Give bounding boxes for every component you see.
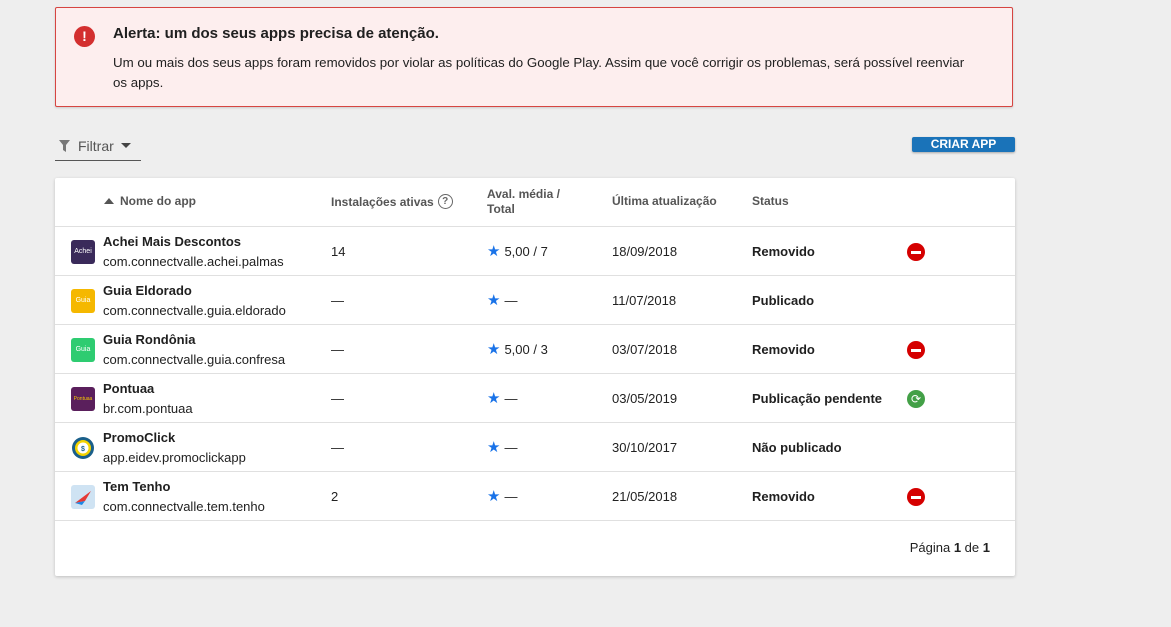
filter-dropdown[interactable]: Filtrar (55, 131, 141, 161)
updated-value: 18/09/2018 (612, 244, 678, 259)
app-icon-promoclick: $ (71, 436, 95, 460)
app-package: com.connectvalle.tem.tenho (103, 499, 265, 514)
column-header-installs: Instalações ativas ? (331, 194, 453, 209)
app-name: Guia Eldorado (103, 283, 192, 298)
tem-tenho-logo-icon (75, 491, 91, 505)
star-icon: ★ (487, 341, 501, 358)
app-name: Tem Tenho (103, 479, 171, 494)
app-package: com.connectvalle.guia.eldorado (103, 303, 286, 318)
app-name: Pontuaa (103, 381, 155, 396)
pagination: Página 1 de 1 (909, 540, 990, 555)
app-package: com.connectvalle.guia.confresa (103, 352, 286, 367)
svg-text:$: $ (81, 446, 85, 453)
sync-icon: ⟳ (907, 390, 925, 408)
caret-down-icon (120, 143, 131, 148)
star-icon: ★ (487, 439, 501, 456)
app-package: com.connectvalle.achei.palmas (103, 254, 284, 269)
app-name: PromoClick (103, 430, 176, 445)
status-value: Removido (752, 342, 815, 357)
installs-value: — (331, 342, 344, 357)
installs-value: — (331, 391, 344, 406)
removed-icon (907, 341, 925, 359)
help-icon[interactable]: ? (437, 194, 453, 209)
star-icon: ★ (487, 292, 501, 309)
app-package: app.eidev.promoclickapp (103, 450, 246, 465)
status-value: Removido (752, 489, 815, 504)
removed-icon (907, 243, 925, 261)
alert-banner: ! Alerta: um dos seus apps precisa de at… (55, 7, 1013, 107)
table-row[interactable]: $ PromoClick app.eidev.promoclickapp — ★… (55, 423, 1015, 472)
star-icon: ★ (487, 390, 501, 407)
app-name: Achei Mais Descontos (103, 234, 241, 249)
alert-title: Alerta: um dos seus apps precisa de aten… (113, 25, 439, 42)
app-icon-pontuaa: Pontuaa (71, 387, 95, 411)
rating-value: ★ — (487, 439, 518, 456)
app-icon-tem-tenho (71, 485, 95, 509)
alert-body: Um ou mais dos seus apps foram removidos… (113, 55, 965, 90)
column-header-name[interactable]: Nome do app (104, 194, 196, 208)
table-row[interactable]: Guia Guia Rondônia com.connectvalle.guia… (55, 325, 1015, 374)
installs-value: — (331, 440, 344, 455)
table-row[interactable]: Achei Achei Mais Descontos com.connectva… (55, 227, 1015, 276)
star-icon: ★ (487, 488, 501, 505)
sort-ascending-icon (104, 198, 114, 204)
status-value: Publicação pendente (752, 391, 883, 406)
table-row[interactable]: Guia Guia Eldorado com.connectvalle.guia… (55, 276, 1015, 325)
column-header-updated: Última atualização (612, 194, 717, 208)
app-icon-guia-eldorado: Guia (71, 289, 95, 313)
rating-value: ★ — (487, 390, 518, 407)
rating-value: ★ — (487, 488, 518, 505)
updated-value: 30/10/2017 (612, 440, 678, 455)
rating-value: ★ — (487, 292, 518, 309)
promoclick-logo-icon: $ (72, 437, 94, 459)
rating-value: ★ 5,00 / 3 (487, 341, 548, 358)
updated-value: 03/05/2019 (612, 391, 678, 406)
filter-label: Filtrar (78, 137, 114, 154)
status-value: Publicado (752, 293, 815, 308)
rating-value: ★ 5,00 / 7 (487, 243, 548, 260)
error-icon: ! (74, 26, 95, 47)
table-row[interactable]: Tem Tenho com.connectvalle.tem.tenho 2 ★… (55, 472, 1015, 521)
app-icon-guia-rondonia: Guia (71, 338, 95, 362)
star-icon: ★ (487, 243, 501, 260)
updated-value: 03/07/2018 (612, 342, 678, 357)
updated-value: 11/07/2018 (612, 293, 677, 308)
installs-value: — (331, 293, 344, 308)
status-value: Removido (752, 244, 815, 259)
table-header: Nome do app Instalações ativas ? Aval. m… (55, 178, 1015, 227)
updated-value: 21/05/2018 (612, 489, 678, 504)
table-row[interactable]: Pontuaa Pontuaa br.com.pontuaa — ★ — 03/… (55, 374, 1015, 423)
apps-table: Nome do app Instalações ativas ? Aval. m… (55, 178, 1015, 576)
create-app-button[interactable]: CRIAR APP (912, 137, 1015, 152)
app-package: br.com.pontuaa (103, 401, 193, 416)
status-value: Não publicado (752, 440, 842, 455)
column-header-rating: Aval. média / Total (487, 187, 560, 216)
column-header-status: Status (752, 194, 789, 208)
filter-icon (59, 139, 70, 152)
installs-value: 2 (331, 489, 339, 504)
app-icon-achei: Achei (71, 240, 95, 264)
app-name: Guia Rondônia (103, 332, 196, 347)
removed-icon (907, 488, 925, 506)
installs-value: 14 (331, 244, 346, 259)
